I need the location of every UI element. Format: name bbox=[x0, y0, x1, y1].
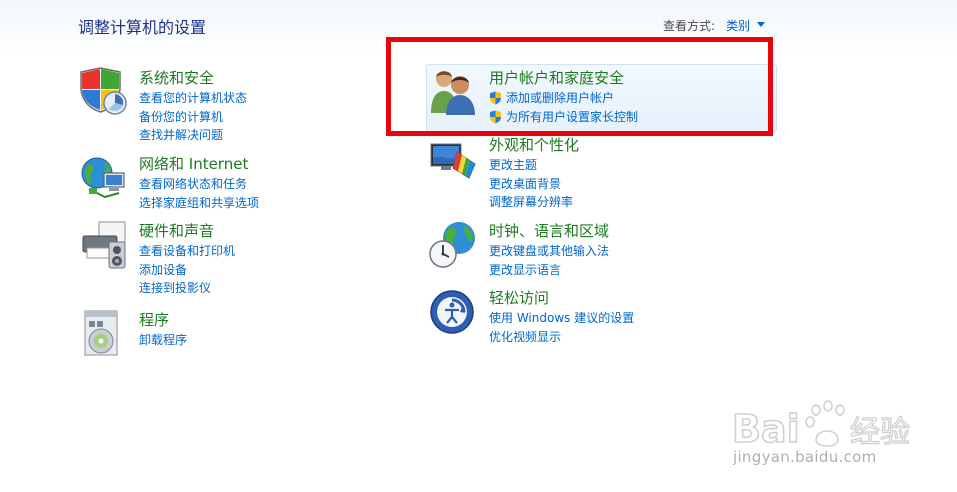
annotation-highlight-box bbox=[386, 37, 773, 136]
page-title: 调整计算机的设置 bbox=[78, 18, 207, 37]
category-title-ease-of-access[interactable]: 轻松访问 bbox=[489, 287, 549, 308]
link-backup-computer[interactable]: 备份您的计算机 bbox=[139, 108, 247, 127]
baidu-paw-logo-icon: Bai 经验 bbox=[732, 400, 911, 452]
category-title-hardware-sound[interactable]: 硬件和声音 bbox=[139, 220, 214, 241]
link-adjust-resolution[interactable]: 调整屏幕分辨率 bbox=[489, 193, 573, 212]
link-windows-suggested-settings[interactable]: 使用 Windows 建议的设置 bbox=[489, 309, 634, 328]
link-connect-projector[interactable]: 连接到投影仪 bbox=[139, 279, 235, 298]
category-title-network-internet[interactable]: 网络和 Internet bbox=[139, 153, 248, 174]
link-homegroup-sharing[interactable]: 选择家庭组和共享选项 bbox=[139, 194, 259, 213]
link-change-theme[interactable]: 更改主题 bbox=[489, 156, 573, 175]
link-uninstall-program[interactable]: 卸载程序 bbox=[139, 331, 187, 350]
view-by-label: 查看方式: bbox=[663, 19, 716, 33]
watermark-url: jingyan.baidu.com bbox=[733, 448, 877, 466]
link-change-desktop-background[interactable]: 更改桌面背景 bbox=[489, 175, 573, 194]
category-title-clock-language-region[interactable]: 时钟、语言和区域 bbox=[489, 220, 609, 241]
ease-of-access-icon bbox=[429, 287, 479, 337]
link-devices-printers[interactable]: 查看设备和打印机 bbox=[139, 242, 235, 261]
link-add-device[interactable]: 添加设备 bbox=[139, 261, 235, 280]
link-optimize-visual-display[interactable]: 优化视频显示 bbox=[489, 328, 634, 347]
view-by-dropdown[interactable]: 类别 bbox=[726, 17, 750, 34]
printer-icon bbox=[79, 220, 129, 270]
network-globe-icon bbox=[79, 153, 129, 203]
shield-icon bbox=[79, 67, 129, 117]
monitor-palette-icon bbox=[429, 134, 479, 184]
link-view-network-status[interactable]: 查看网络状态和任务 bbox=[139, 175, 259, 194]
link-view-computer-status[interactable]: 查看您的计算机状态 bbox=[139, 89, 247, 108]
chevron-down-icon[interactable] bbox=[757, 22, 765, 27]
programs-disc-icon bbox=[79, 309, 129, 359]
category-title-system-security[interactable]: 系统和安全 bbox=[139, 67, 214, 88]
link-change-keyboards[interactable]: 更改键盘或其他输入法 bbox=[489, 242, 609, 261]
link-change-display-language[interactable]: 更改显示语言 bbox=[489, 261, 609, 280]
svg-text:经验: 经验 bbox=[850, 415, 910, 450]
link-find-fix-problems[interactable]: 查找并解决问题 bbox=[139, 126, 247, 145]
clock-globe-icon bbox=[429, 220, 479, 270]
svg-text:Bai: Bai bbox=[732, 407, 800, 451]
category-title-programs[interactable]: 程序 bbox=[139, 309, 169, 330]
category-title-appearance[interactable]: 外观和个性化 bbox=[489, 134, 579, 155]
